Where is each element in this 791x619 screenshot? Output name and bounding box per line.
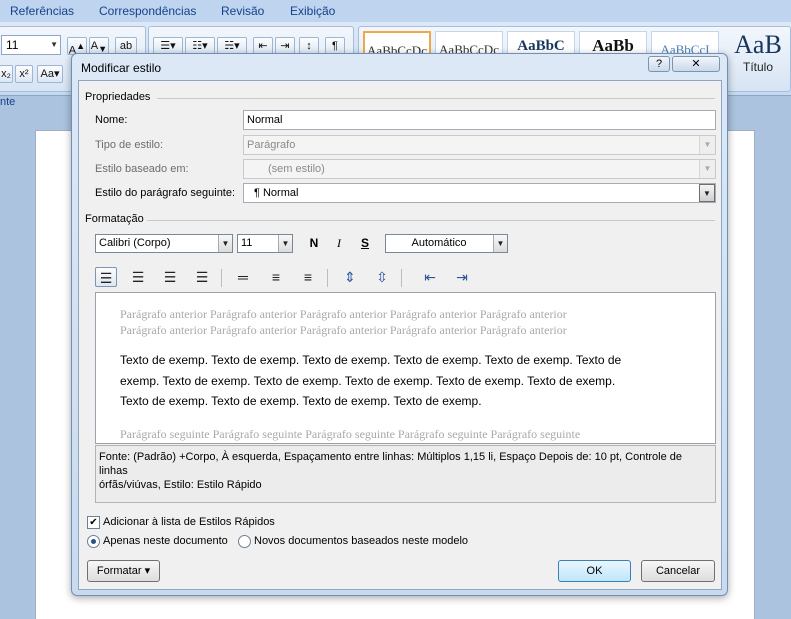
ribbon-font-size-value: 11 (6, 38, 19, 52)
chevron-down-icon: ▼ (493, 235, 507, 252)
font-value: Calibri (Corpo) (99, 237, 171, 249)
font-size-value: 11 (241, 237, 253, 249)
add-quick-styles-label[interactable]: Adicionar à lista de Estilos Rápidos (103, 516, 275, 528)
align-right-icon[interactable]: ☰ (159, 267, 181, 287)
next-paragraph-select[interactable]: ¶ Normal ▼ (243, 183, 716, 203)
chevron-down-icon: ▼ (278, 235, 292, 252)
decrease-paragraph-spacing-icon[interactable]: ⇳ (371, 267, 393, 287)
only-this-document-label[interactable]: Apenas neste documento (103, 535, 228, 547)
based-on-value: (sem estilo) (268, 163, 325, 175)
style-type-label: Tipo de estilo: (95, 139, 164, 151)
style-type-value: Parágrafo (247, 139, 296, 151)
superscript-icon[interactable]: x² (15, 65, 33, 83)
single-spacing-icon[interactable]: ═ (232, 267, 254, 287)
increase-paragraph-spacing-icon[interactable]: ⇕ (339, 267, 361, 287)
only-this-document-radio[interactable] (87, 535, 100, 548)
chevron-down-icon: ▼ (699, 136, 715, 154)
based-on-label: Estilo baseado em: (95, 163, 189, 175)
preview-sample-line: Texto de exemp. Texto de exemp. Texto de… (120, 353, 622, 367)
double-spacing-icon[interactable]: ≡ (297, 267, 319, 287)
tab-revisao[interactable]: Revisão (221, 4, 264, 18)
description-line: órfãs/viúvas, Estilo: Estilo Rápido (99, 479, 262, 491)
italic-button[interactable]: I (329, 234, 349, 253)
preview-next-line: Parágrafo seguinte Parágrafo seguinte Pa… (120, 427, 581, 441)
name-label: Nome: (95, 114, 128, 126)
font-select[interactable]: Calibri (Corpo) ▼ (95, 234, 233, 253)
section-divider (157, 98, 715, 99)
section-divider (147, 220, 715, 221)
chevron-down-icon: ▼ (699, 184, 715, 202)
chevron-down-icon: ▼ (218, 235, 232, 252)
new-documents-radio[interactable] (238, 535, 251, 548)
properties-section-title: Propriedades (85, 91, 151, 103)
toolbar-divider (221, 269, 222, 287)
new-documents-label[interactable]: Novos documentos baseados neste modelo (254, 535, 468, 547)
align-left-icon[interactable]: ☰ (95, 267, 117, 287)
ok-button[interactable]: OK (558, 560, 631, 582)
cancel-button[interactable]: Cancelar (641, 560, 715, 582)
add-quick-styles-checkbox[interactable]: ✔ (87, 516, 100, 529)
increase-indent-icon[interactable]: ⇥ (451, 267, 473, 287)
dialog-body: Propriedades Nome: Normal Tipo de estilo… (78, 80, 722, 590)
font-color-select[interactable]: Automático ▼ (385, 234, 508, 253)
description-line: Fonte: (Padrão) +Corpo, À esquerda, Espa… (99, 451, 683, 477)
formatting-section-title: Formatação (85, 213, 144, 225)
style-preview: Parágrafo anterior Parágrafo anterior Pa… (95, 292, 716, 444)
ribbon-font-size-combo[interactable]: 11 ▼ (1, 35, 61, 55)
close-button[interactable]: ✕ (672, 56, 720, 72)
next-paragraph-label: Estilo do parágrafo seguinte: (95, 187, 236, 199)
name-input[interactable]: Normal (243, 110, 716, 130)
based-on-select[interactable]: (sem estilo) ▼ (243, 159, 716, 179)
preview-previous-line: Parágrafo anterior Parágrafo anterior Pa… (120, 307, 567, 321)
tab-referencias[interactable]: Referências (10, 4, 74, 18)
one-half-spacing-icon[interactable]: ≡ (265, 267, 287, 287)
tab-correspondencias[interactable]: Correspondências (99, 4, 196, 18)
modify-style-dialog: Modificar estilo ? ✕ Propriedades Nome: … (71, 53, 728, 596)
next-paragraph-value: ¶ Normal (254, 187, 299, 199)
ribbon-tabs: Referências Correspondências Revisão Exi… (0, 0, 791, 22)
align-center-icon[interactable]: ☰ (127, 267, 149, 287)
toolbar-divider (401, 269, 402, 287)
underline-button[interactable]: S (355, 234, 375, 253)
style-type-select[interactable]: Parágrafo ▼ (243, 135, 716, 155)
help-button[interactable]: ? (648, 56, 670, 72)
chevron-down-icon: ▼ (50, 40, 58, 49)
title-style-preview: AaB (734, 30, 782, 59)
dialog-title: Modificar estilo (81, 61, 162, 75)
change-case-icon[interactable]: Aa▾ (37, 65, 63, 83)
quick-style-title[interactable]: AaB Título (726, 30, 790, 88)
ribbon-group-label: nte (0, 96, 16, 108)
preview-previous-line: Parágrafo anterior Parágrafo anterior Pa… (120, 323, 567, 337)
font-color-value: Automático (411, 237, 467, 249)
font-size-select[interactable]: 11 ▼ (237, 234, 293, 253)
subscript-icon[interactable]: x₂ (0, 65, 13, 83)
chevron-down-icon: ▼ (699, 160, 715, 178)
title-style-label: Título (742, 60, 773, 74)
toolbar-divider (327, 269, 328, 287)
bold-button[interactable]: N (304, 234, 324, 253)
format-button[interactable]: Formatar ▾ (87, 560, 160, 582)
preview-sample-line: exemp. Texto de exemp. Texto de exemp. T… (120, 374, 616, 388)
decrease-indent-icon[interactable]: ⇤ (419, 267, 441, 287)
justify-icon[interactable]: ☰ (191, 267, 213, 287)
style-description: Fonte: (Padrão) +Corpo, À esquerda, Espa… (95, 445, 716, 503)
tab-exibicao[interactable]: Exibição (290, 4, 335, 18)
preview-sample-line: Texto de exemp. Texto de exemp. Texto de… (120, 394, 482, 408)
